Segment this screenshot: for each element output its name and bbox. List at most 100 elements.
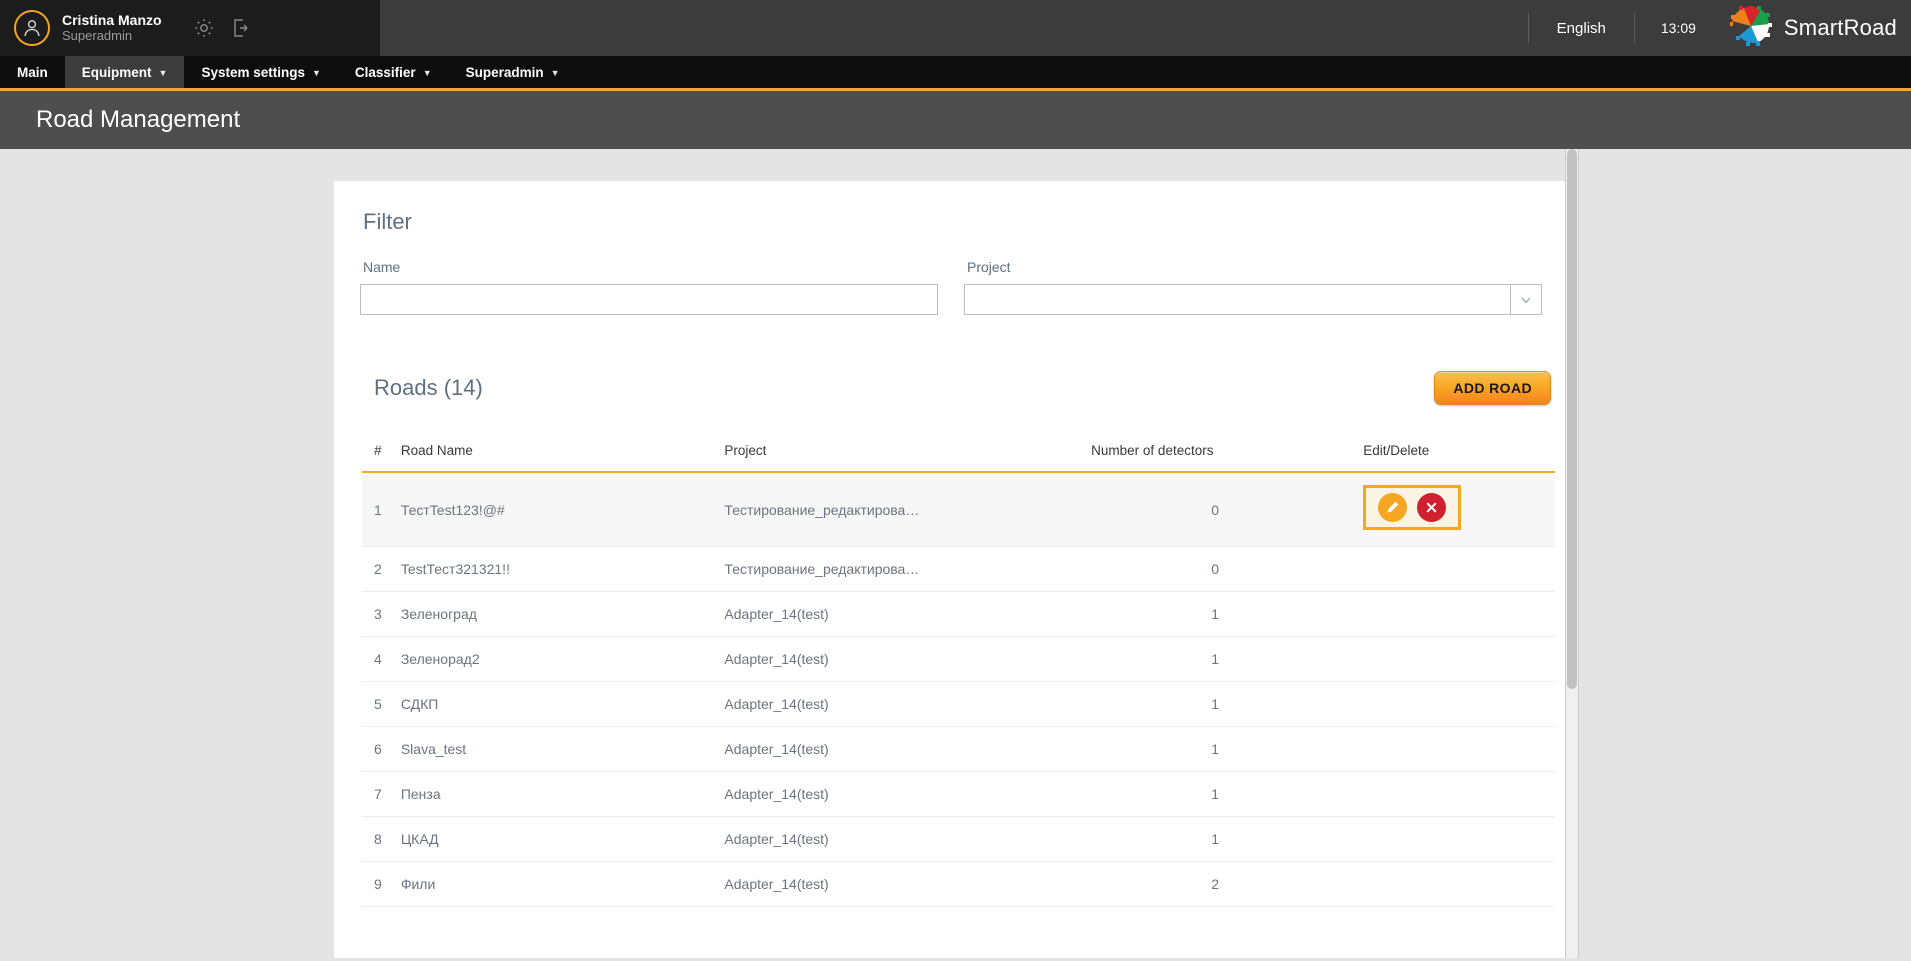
- cell-actions: [1339, 771, 1555, 817]
- menu-label: Main: [17, 64, 48, 80]
- pencil-icon[interactable]: [1378, 493, 1408, 522]
- name-label: Name: [363, 259, 401, 275]
- cell-road-name: СДКП: [400, 681, 725, 727]
- table-row[interactable]: 9 Фили Adapter_14(test) 2: [362, 861, 1555, 907]
- cell-detectors: 1: [1091, 726, 1340, 772]
- scrollbar-thumb[interactable]: [1567, 149, 1577, 689]
- cell-detectors: 1: [1091, 681, 1340, 727]
- table-row[interactable]: 5 СДКП Adapter_14(test) 1: [362, 681, 1555, 727]
- cell-num: 1: [362, 472, 401, 547]
- cell-num: 3: [362, 591, 401, 637]
- cell-num: 4: [362, 636, 401, 682]
- main-menu: Main Equipment ▼ System settings ▼ Class…: [0, 56, 1911, 91]
- topbar-right: English 13:09 SmartRoad: [1526, 0, 1911, 56]
- cell-project: Adapter_14(test): [724, 726, 1092, 772]
- menu-item-classifier[interactable]: Classifier ▼: [338, 56, 449, 88]
- project-input[interactable]: [964, 284, 1510, 315]
- top-bar: Cristina Manzo Superadmin English 13:09: [0, 0, 1911, 56]
- cell-project: Adapter_14(test): [724, 681, 1092, 727]
- table-body: 1 ТестTest123!@# Тестирование_редактирова……: [362, 472, 1555, 907]
- chevron-down-icon: ▼: [422, 68, 432, 78]
- chevron-down-icon[interactable]: [1509, 284, 1542, 315]
- row-actions-highlighted: [1363, 485, 1462, 530]
- cell-detectors: 2: [1091, 861, 1340, 907]
- cell-detectors: 1: [1091, 591, 1340, 637]
- content-card: Filter Name Project Roads (14) ADD ROAD …: [334, 181, 1579, 958]
- page-title: Road Management: [36, 106, 241, 133]
- project-select[interactable]: [964, 284, 1542, 315]
- brand: SmartRoad: [1720, 3, 1897, 51]
- filter-row: Name Project: [360, 259, 1553, 315]
- cell-road-name: Зеленорад2: [400, 636, 725, 682]
- menu-label: Superadmin: [465, 64, 544, 80]
- menu-item-equipment[interactable]: Equipment ▼: [64, 56, 185, 88]
- cell-num: 5: [362, 681, 401, 727]
- cell-road-name: TestТест321321!!: [400, 546, 725, 592]
- column-header-num: #: [362, 443, 401, 473]
- filter-field-project: Project: [964, 259, 1542, 315]
- table-row[interactable]: 1 ТестTest123!@# Тестирование_редактирова……: [362, 472, 1555, 547]
- cell-num: 7: [362, 771, 401, 817]
- column-header-actions: Edit/Delete: [1339, 443, 1555, 473]
- cell-detectors: 1: [1091, 816, 1340, 862]
- filter-field-name: Name: [360, 259, 938, 315]
- close-circle-icon[interactable]: [1417, 493, 1447, 522]
- divider: [1527, 13, 1529, 43]
- column-header-road-name: Road Name: [400, 443, 725, 473]
- cell-project: Adapter_14(test): [724, 591, 1092, 637]
- cell-road-name: Пенза: [400, 771, 725, 817]
- name-input[interactable]: [360, 284, 938, 315]
- smartroad-logo-icon: [1728, 3, 1773, 51]
- cell-project: Adapter_14(test): [724, 771, 1092, 817]
- roads-title: Roads (14): [374, 375, 483, 400]
- cell-num: 9: [362, 861, 401, 907]
- cell-actions: [1339, 861, 1555, 907]
- cell-road-name: Зеленоград: [400, 591, 725, 637]
- cell-detectors: 0: [1091, 472, 1340, 547]
- table-header: # Road Name Project Number of detectors …: [362, 443, 1555, 473]
- chevron-down-icon: ▼: [550, 68, 560, 78]
- menu-item-system-settings[interactable]: System settings ▼: [184, 56, 337, 88]
- clock: 13:09: [1660, 20, 1696, 36]
- divider: [1633, 13, 1635, 43]
- user-icon: [24, 20, 40, 37]
- chevron-down-icon: ▼: [311, 68, 321, 78]
- table-row[interactable]: 8 ЦКАД Adapter_14(test) 1: [362, 816, 1555, 862]
- language-selector[interactable]: English: [1531, 20, 1632, 37]
- cell-actions: [1339, 636, 1555, 682]
- cell-detectors: 1: [1091, 771, 1340, 817]
- table-row[interactable]: 2 TestТест321321!! Тестирование_редактиров…: [362, 546, 1555, 592]
- menu-label: System settings: [201, 64, 305, 80]
- table-row[interactable]: 3 Зеленоград Adapter_14(test) 1: [362, 591, 1555, 637]
- table-row[interactable]: 7 Пенза Adapter_14(test) 1: [362, 771, 1555, 817]
- page-scrollbar[interactable]: [1565, 149, 1579, 958]
- cell-detectors: 0: [1091, 546, 1340, 592]
- menu-label: Equipment: [81, 64, 152, 80]
- column-header-detectors: Number of detectors: [1091, 443, 1340, 473]
- filter-heading: Filter: [363, 209, 412, 234]
- cell-road-name: Фили: [400, 861, 725, 907]
- cell-actions: [1339, 816, 1555, 862]
- avatar: [14, 10, 50, 46]
- user-role: Superadmin: [62, 27, 133, 43]
- cell-project: Тестирование_редактирова…: [724, 472, 1092, 547]
- cell-actions: [1339, 591, 1555, 637]
- cell-detectors: 1: [1091, 636, 1340, 682]
- cell-project: Тестирование_редактирова…: [724, 546, 1092, 592]
- roads-header: Roads (14) ADD ROAD: [360, 371, 1553, 405]
- menu-item-superadmin[interactable]: Superadmin ▼: [449, 56, 577, 88]
- add-road-button[interactable]: ADD ROAD: [1434, 371, 1551, 405]
- cell-actions: [1339, 726, 1555, 772]
- menu-item-main[interactable]: Main: [0, 56, 65, 88]
- table-row[interactable]: 6 Slava_test Adapter_14(test) 1: [362, 726, 1555, 772]
- roads-table: # Road Name Project Number of detectors …: [362, 443, 1555, 907]
- table-row[interactable]: 4 Зеленорад2 Adapter_14(test) 1: [362, 636, 1555, 682]
- page-title-bar: Road Management: [0, 91, 1911, 149]
- brand-name: SmartRoad: [1783, 15, 1897, 40]
- chevron-down-icon: ▼: [158, 68, 168, 78]
- cell-road-name: Slava_test: [400, 726, 725, 772]
- cell-road-name: ТестTest123!@#: [400, 472, 725, 547]
- logout-icon[interactable]: [230, 16, 254, 40]
- user-name: Cristina Manzo: [62, 12, 162, 29]
- gear-icon[interactable]: [192, 16, 216, 40]
